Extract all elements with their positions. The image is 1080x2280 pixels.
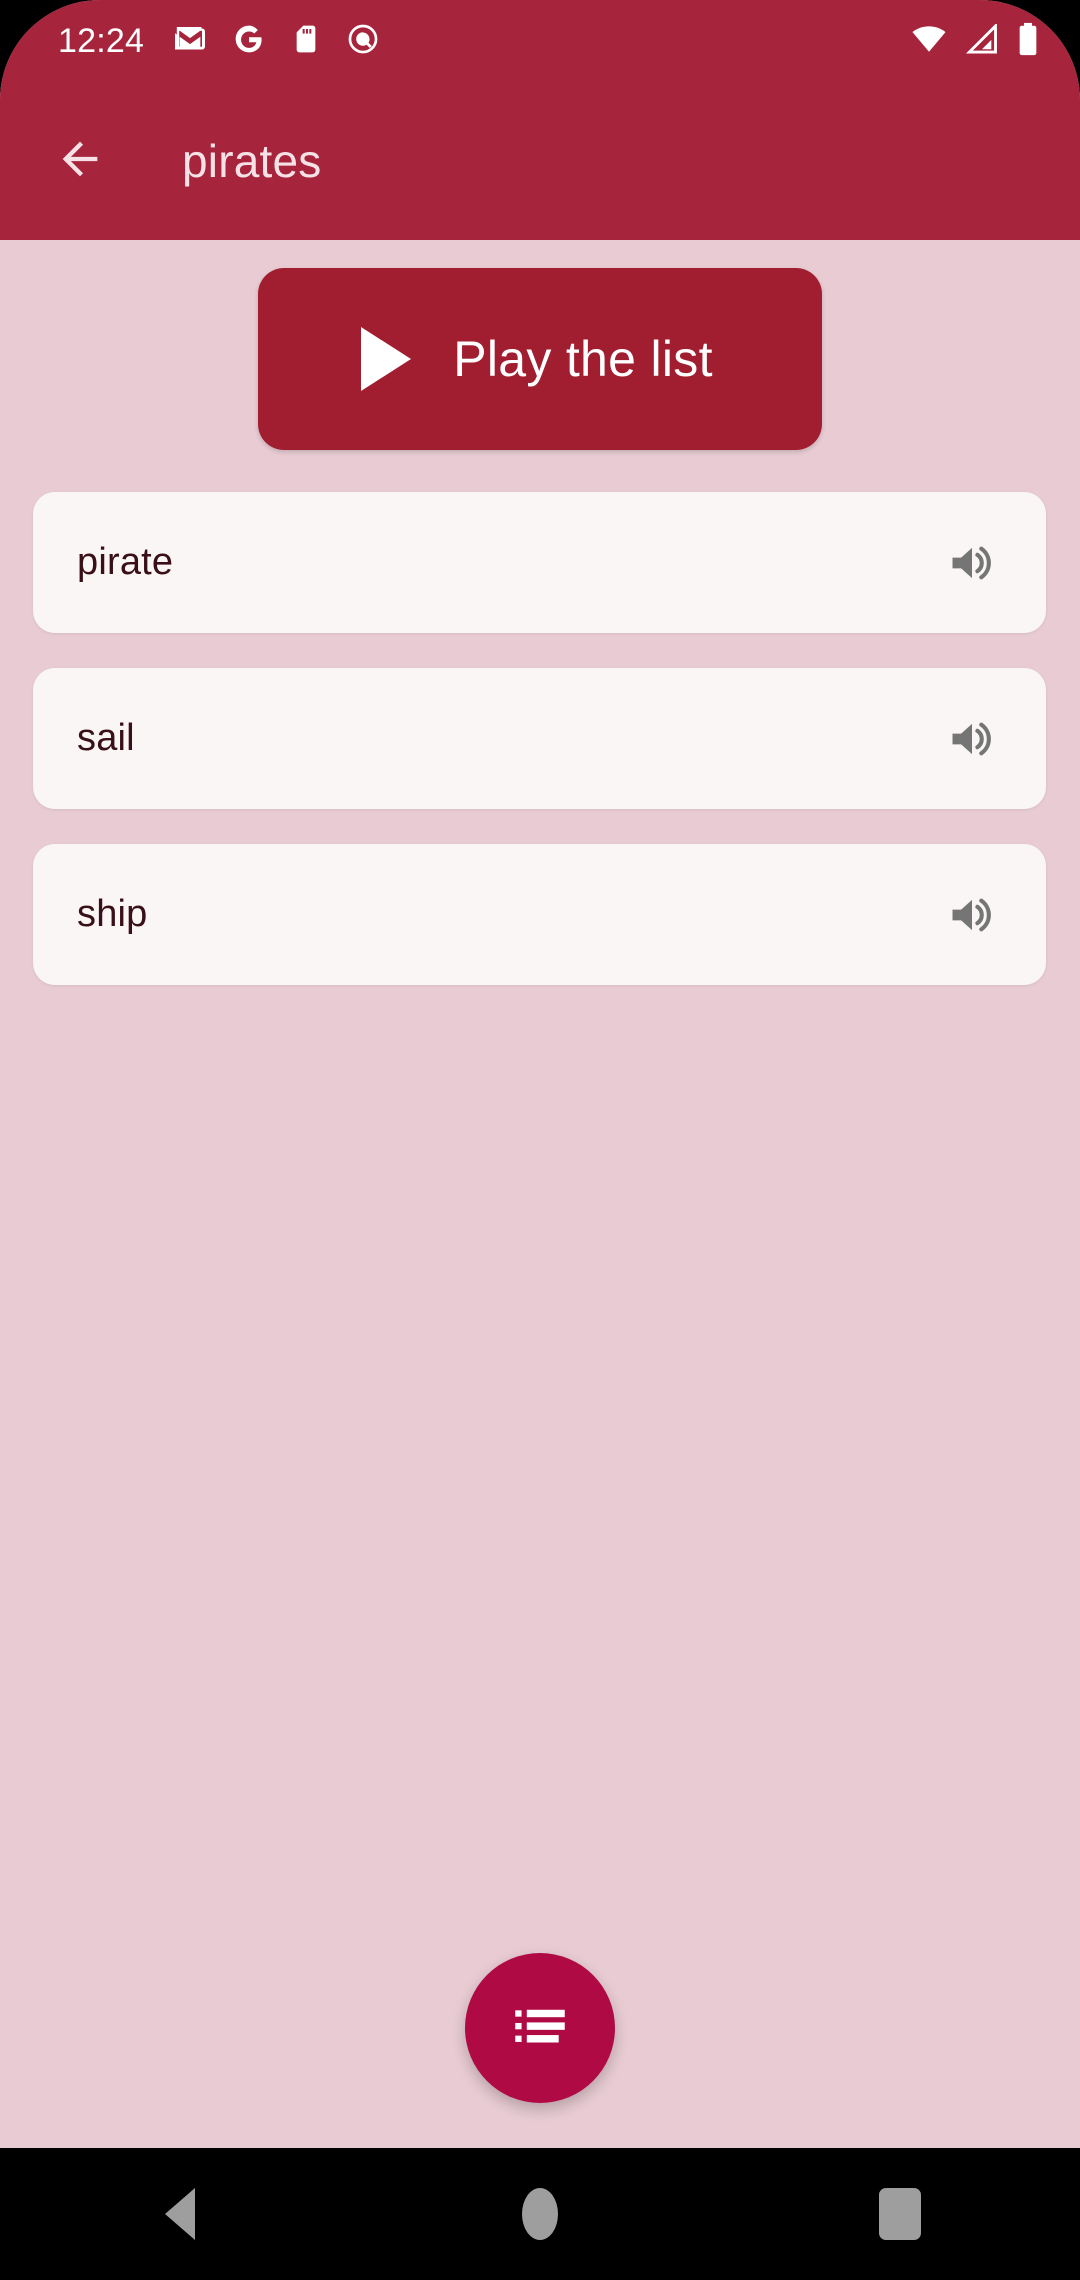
cellular-signal-icon	[964, 22, 1000, 59]
nav-back-button[interactable]	[105, 2148, 255, 2280]
play-button-label: Play the list	[453, 331, 713, 387]
status-bar-clock: 12:24	[58, 21, 145, 60]
back-arrow-icon	[54, 133, 106, 190]
speaker-volume-up-icon[interactable]	[934, 701, 1010, 777]
nav-recents-square-icon	[879, 2188, 921, 2240]
status-bar-notification-icons	[172, 21, 380, 62]
app-bar: pirates	[0, 82, 1080, 240]
sd-card-icon	[290, 23, 322, 60]
play-the-list-button[interactable]: Play the list	[258, 268, 822, 450]
list-bulleted-icon	[507, 1993, 573, 2064]
speaker-volume-up-icon[interactable]	[934, 877, 1010, 953]
word-label: sail	[77, 717, 135, 759]
list-item[interactable]: sail	[33, 668, 1046, 809]
assistant-q-icon	[346, 22, 380, 61]
speaker-volume-up-icon[interactable]	[934, 525, 1010, 601]
nav-home-button[interactable]	[465, 2148, 615, 2280]
google-g-icon	[232, 22, 266, 61]
main-content: Play the list pirate sail ship	[0, 240, 1080, 2148]
wifi-icon	[910, 24, 948, 59]
word-label: pirate	[77, 541, 174, 583]
device-screen: 12:24 pirates Play the list pirate sail …	[0, 0, 1080, 2148]
play-triangle-icon	[361, 327, 412, 391]
list-item[interactable]: pirate	[33, 492, 1046, 633]
back-button[interactable]	[32, 113, 128, 209]
battery-icon	[1016, 22, 1040, 61]
word-list: pirate sail ship	[33, 492, 1046, 1020]
nav-recents-button[interactable]	[825, 2148, 975, 2280]
nav-home-circle-icon	[522, 2188, 558, 2240]
gmail-icon	[172, 21, 208, 62]
floating-action-button[interactable]	[465, 1953, 615, 2103]
word-label: ship	[77, 893, 148, 935]
list-item[interactable]: ship	[33, 844, 1046, 985]
status-bar: 12:24	[0, 0, 1080, 82]
android-navigation-bar	[0, 2148, 1080, 2280]
page-title: pirates	[182, 135, 322, 187]
nav-back-triangle-icon	[165, 2188, 195, 2240]
phone-frame: 12:24 pirates Play the list pirate sail …	[0, 0, 1080, 2280]
status-bar-system-icons	[910, 22, 1040, 61]
